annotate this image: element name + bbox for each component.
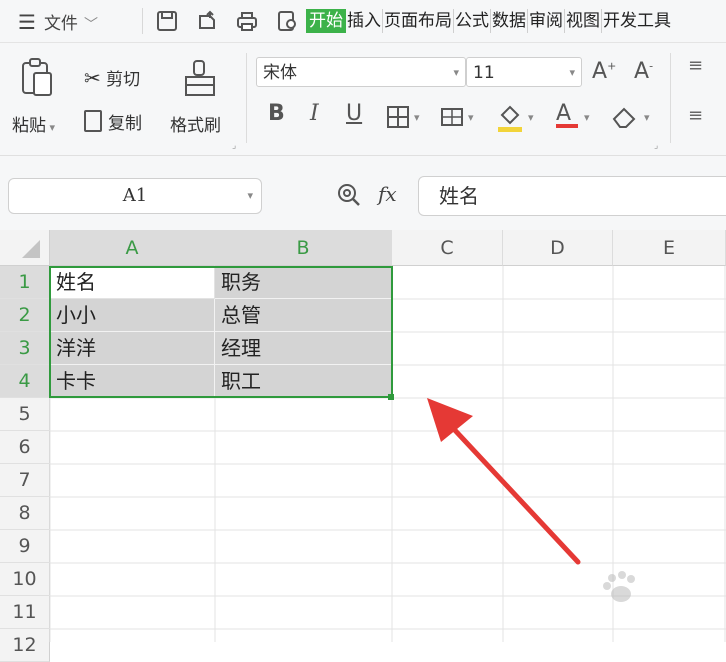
format-painter-label: 格式刷: [170, 116, 221, 136]
font-launcher-icon[interactable]: ⌟: [654, 141, 658, 151]
chevron-down-icon: ▾: [569, 66, 575, 79]
red-arrow-annotation-icon: [427, 398, 581, 565]
chevron-down-icon[interactable]: ▾: [644, 111, 650, 124]
decrease-font-icon[interactable]: A-: [634, 59, 653, 84]
baidu-watermark: [556, 570, 724, 638]
font-color-icon[interactable]: A: [556, 101, 578, 128]
font-size-value: 11: [473, 63, 495, 83]
borders-icon[interactable]: [386, 105, 410, 129]
insert-function-button[interactable]: fx: [378, 182, 397, 206]
name-box-value: A1: [122, 185, 148, 206]
formula-bar: A1 ▾ fx 姓名: [0, 156, 726, 230]
align-top-icon[interactable]: ≡: [688, 57, 703, 75]
underline-icon[interactable]: U: [346, 101, 362, 126]
name-box[interactable]: A1 ▾: [8, 178, 262, 214]
tab-review[interactable]: 审阅: [528, 9, 565, 33]
export-icon[interactable]: [196, 10, 218, 32]
ribbon-home: 粘贴 ▾ ✂ 剪切 复制 格式刷 ⌟ 宋体 ▾ 11 ▾ A+ A- B I U ▾…: [0, 43, 726, 156]
bold-icon[interactable]: B: [268, 101, 285, 126]
paste-button[interactable]: 粘贴 ▾: [12, 111, 55, 136]
clipboard-launcher-icon[interactable]: ⌟: [232, 141, 236, 151]
copy-icon: [84, 110, 102, 132]
hamburger-icon: ☰: [18, 10, 36, 34]
tab-home[interactable]: 开始: [306, 9, 346, 33]
chevron-down-icon[interactable]: ▾: [414, 111, 420, 124]
fill-color-icon[interactable]: [496, 103, 524, 133]
chevron-down-icon[interactable]: ▾: [528, 111, 534, 124]
font-name-select[interactable]: 宋体 ▾: [256, 57, 466, 87]
align-left-icon[interactable]: ≡: [688, 105, 703, 126]
divider: [142, 8, 143, 34]
chevron-down-icon: ▾: [247, 189, 253, 202]
chevron-down-icon: ﹀: [83, 17, 98, 33]
cut-button[interactable]: ✂ 剪切: [84, 65, 140, 90]
save-icon[interactable]: [156, 10, 178, 32]
tab-data[interactable]: 数据: [491, 9, 528, 33]
italic-icon[interactable]: I: [310, 101, 319, 126]
spreadsheet-grid: A B C D E 1 2 3 4 5 6 7 8 9 10 11 12 姓名 …: [0, 230, 726, 662]
chevron-down-icon[interactable]: ▾: [584, 111, 590, 124]
divider: [246, 53, 247, 143]
file-menu[interactable]: ☰ 文件 ﹀: [18, 9, 98, 34]
format-painter-button[interactable]: 格式刷: [170, 111, 221, 136]
zoom-icon[interactable]: [336, 182, 362, 208]
font-size-select[interactable]: 11 ▾: [466, 57, 582, 87]
top-menu-bar: ☰ 文件 ﹀ 开始 插入 页面布局 公式 数据 审阅 视图 开发工具: [0, 0, 726, 43]
scissors-icon: ✂: [84, 66, 101, 90]
tab-insert[interactable]: 插入: [346, 9, 383, 33]
eraser-icon[interactable]: [610, 105, 638, 129]
file-menu-label: 文件: [43, 14, 78, 34]
preview-icon[interactable]: [276, 10, 298, 32]
print-icon[interactable]: [236, 10, 258, 32]
chevron-down-icon[interactable]: ▾: [468, 111, 474, 124]
copy-label: 复制: [108, 114, 142, 134]
divider: [670, 53, 671, 143]
paste-icon[interactable]: [20, 57, 54, 97]
copy-button[interactable]: 复制: [84, 109, 142, 134]
tab-formulas[interactable]: 公式: [454, 9, 491, 33]
fill-pattern-icon[interactable]: [440, 105, 464, 129]
cut-label: 剪切: [106, 70, 141, 90]
paste-label: 粘贴: [12, 116, 46, 136]
fill-handle[interactable]: [388, 394, 394, 400]
formula-input[interactable]: 姓名: [418, 176, 726, 216]
tab-view[interactable]: 视图: [565, 9, 602, 33]
tab-page-layout[interactable]: 页面布局: [383, 9, 454, 33]
chevron-down-icon: ▾: [453, 66, 459, 79]
increase-font-icon[interactable]: A+: [592, 59, 616, 84]
font-name-value: 宋体: [263, 63, 297, 83]
baidu-paw-icon: [603, 571, 635, 602]
format-painter-icon[interactable]: [182, 59, 218, 99]
tab-developer[interactable]: 开发工具: [602, 9, 672, 33]
ribbon-tabs: 开始 插入 页面布局 公式 数据 审阅 视图 开发工具: [306, 9, 672, 33]
